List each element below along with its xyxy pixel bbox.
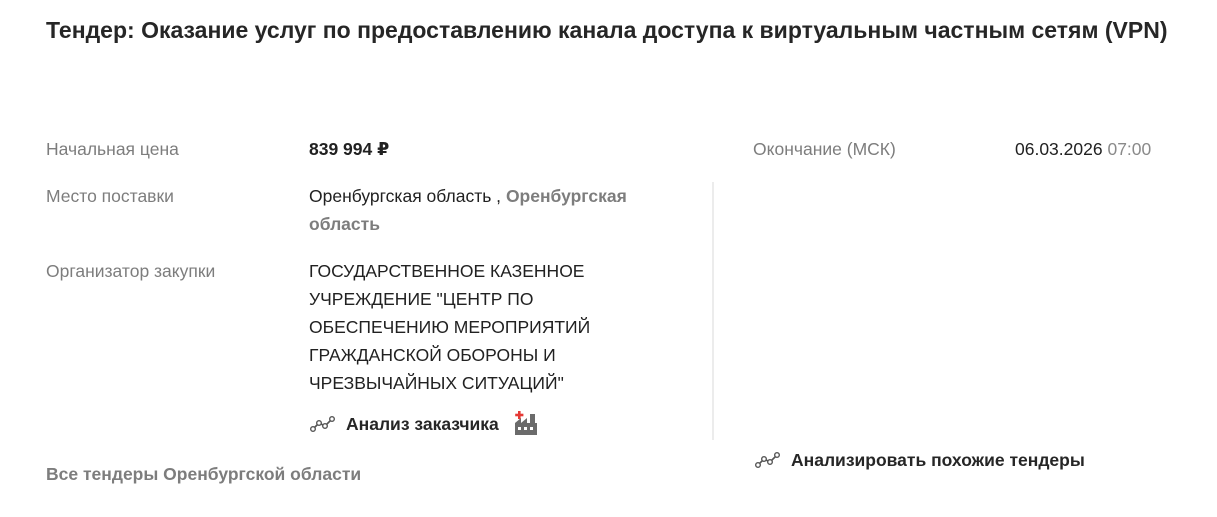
customer-analysis-button[interactable]: Анализ заказчика <box>310 410 539 438</box>
analyze-similar-label: Анализировать похожие тендеры <box>791 449 1085 470</box>
place-label: Место поставки <box>46 186 174 206</box>
price-label: Начальная цена <box>46 139 179 159</box>
analyze-similar-button[interactable]: Анализировать похожие тендеры <box>755 446 1085 474</box>
factory-icon[interactable] <box>513 411 539 437</box>
organizer-value[interactable]: ГОСУДАРСТВЕННОЕ КАЗЕННОЕ УЧРЕЖДЕНИЕ "ЦЕН… <box>309 257 609 397</box>
place-region: Оренбургская область , <box>309 186 502 206</box>
end-label: Окончание (МСК) <box>753 139 896 159</box>
place-value: Оренбургская область , Оренбургская обла… <box>309 182 679 238</box>
end-date: 06.03.2026 <box>1015 139 1103 159</box>
all-region-tenders-link[interactable]: Все тендеры Оренбургской области <box>46 460 361 488</box>
page-title: Тендер: Оказание услуг по предоставлению… <box>46 17 1168 43</box>
customer-analysis-label: Анализ заказчика <box>346 413 499 434</box>
price-value: 839 994 ₽ <box>309 139 390 159</box>
end-datetime: 06.03.2026 07:00 <box>1015 135 1151 163</box>
trend-line-icon <box>310 415 336 433</box>
organizer-label: Организатор закупки <box>46 261 216 281</box>
end-time: 07:00 <box>1107 139 1152 159</box>
trend-line-icon <box>755 451 781 469</box>
column-divider <box>712 182 714 440</box>
